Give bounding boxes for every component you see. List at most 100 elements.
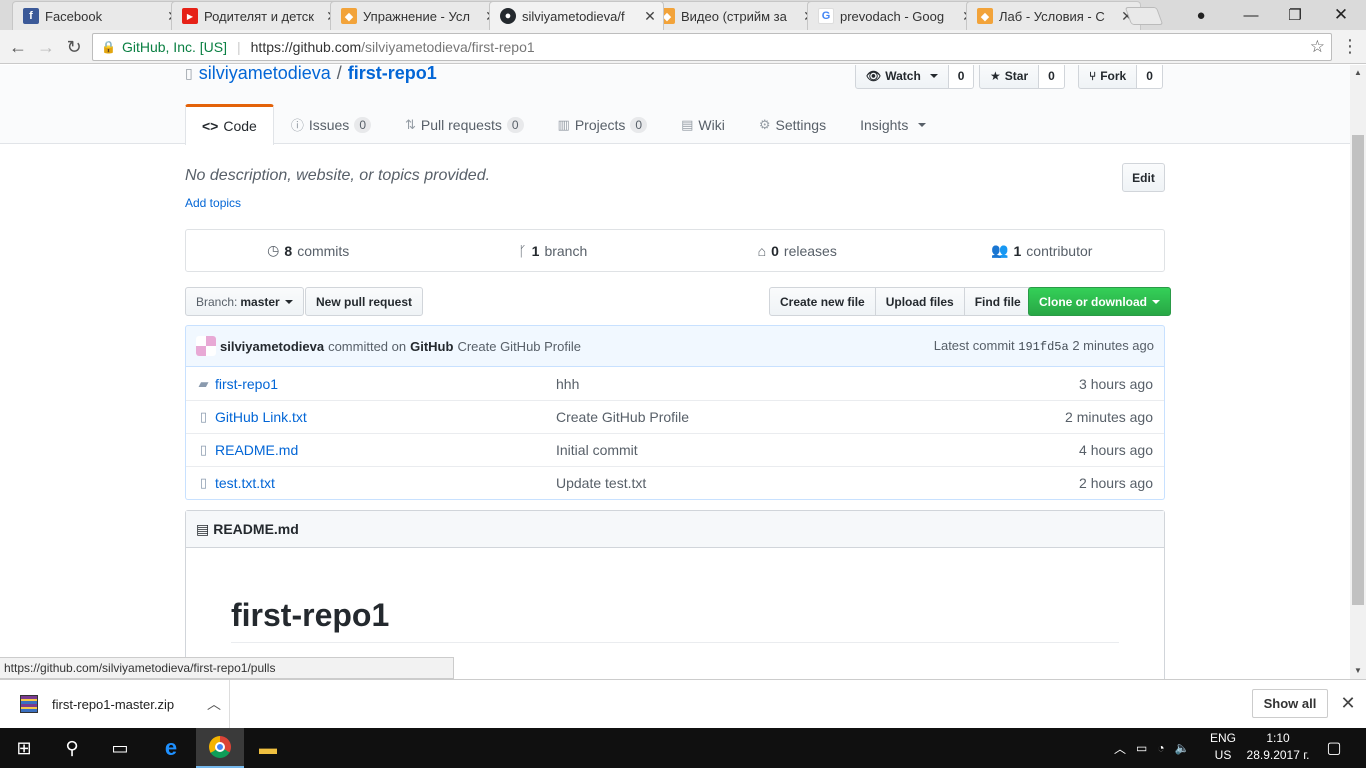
- restore-button[interactable]: ❐: [1272, 0, 1318, 30]
- browser-tab-exercise[interactable]: ◆ Упражнение - Усл ✕: [330, 1, 505, 30]
- contributors-link[interactable]: 👥 1 contributor: [920, 230, 1165, 271]
- address-bar[interactable]: 🔒 GitHub, Inc. [US] | https://github.com…: [92, 33, 1332, 61]
- commit-author-link[interactable]: silviyametodieva: [220, 339, 324, 354]
- file-commit-message[interactable]: Update test.txt: [556, 475, 1024, 491]
- commit-sha-link[interactable]: 191fd5a: [1018, 340, 1068, 354]
- star-count[interactable]: 0: [1039, 65, 1065, 89]
- show-all-button[interactable]: Show all: [1252, 689, 1328, 718]
- browser-tab-google[interactable]: G prevodach - Goog ✕: [807, 1, 982, 30]
- fork-count[interactable]: 0: [1137, 65, 1163, 89]
- repo-name-link[interactable]: first-repo1: [348, 65, 437, 84]
- branch-count: 1: [531, 242, 540, 259]
- youtube-icon: ▶: [182, 8, 198, 24]
- clone-or-download-button[interactable]: Clone or download: [1028, 287, 1171, 316]
- fork-label: Fork: [1100, 69, 1127, 83]
- volume-icon[interactable]: 🔈: [1175, 741, 1190, 755]
- branch-prefix: Branch:: [196, 294, 238, 309]
- tab-projects[interactable]: ▥ Projects 0: [541, 104, 665, 144]
- file-name-link[interactable]: README.md: [215, 442, 556, 458]
- search-icon[interactable]: ⚲: [48, 728, 96, 768]
- fork-icon: ⑂: [1089, 69, 1097, 83]
- reload-icon[interactable]: ↻: [61, 34, 87, 60]
- bookmark-star-icon[interactable]: ☆: [1310, 37, 1325, 57]
- window-close-button[interactable]: ✕: [1318, 0, 1364, 30]
- file-row: ▯ test.txt.txt Update test.txt 2 hours a…: [186, 466, 1164, 499]
- page-scrollbar[interactable]: ▲ ▼: [1350, 65, 1366, 679]
- create-new-file-button[interactable]: Create new file: [769, 287, 876, 316]
- task-view-icon[interactable]: ▭: [96, 728, 144, 768]
- chevron-up-icon[interactable]: ︿: [199, 694, 229, 714]
- new-pull-request-button[interactable]: New pull request: [305, 287, 424, 316]
- battery-icon[interactable]: ▭: [1136, 741, 1147, 755]
- google-icon: G: [818, 8, 834, 24]
- file-commit-message[interactable]: Create GitHub Profile: [556, 409, 1024, 425]
- tab-insights[interactable]: Insights: [843, 104, 943, 144]
- wifi-icon[interactable]: ◔: [1157, 741, 1164, 755]
- commit-message-link[interactable]: Create GitHub Profile: [457, 339, 581, 354]
- profile-icon[interactable]: ●: [1178, 0, 1224, 30]
- commits-link[interactable]: ◷ 8 commits: [186, 230, 431, 271]
- windows-start-icon[interactable]: ⊞: [0, 728, 48, 768]
- notifications-icon[interactable]: ▢: [1310, 728, 1358, 768]
- file-name-link[interactable]: test.txt.txt: [215, 475, 556, 491]
- edge-icon[interactable]: e: [147, 728, 195, 768]
- star-button[interactable]: ★ Star: [979, 65, 1040, 89]
- tab-code[interactable]: <> Code: [185, 104, 274, 145]
- minimize-button[interactable]: —: [1228, 0, 1274, 30]
- tab-title: Facebook: [45, 8, 103, 24]
- scroll-down-icon[interactable]: ▼: [1350, 663, 1366, 679]
- watch-count[interactable]: 0: [948, 65, 975, 89]
- tab-issues[interactable]: ⓘ Issues 0: [274, 104, 388, 144]
- forward-arrow-icon[interactable]: →: [33, 34, 59, 60]
- repo-owner-link[interactable]: silviyametodieva: [199, 65, 331, 84]
- chevron-down-icon: [929, 74, 938, 78]
- edit-button[interactable]: Edit: [1122, 163, 1165, 192]
- browser-menu-icon[interactable]: ⋮: [1340, 36, 1360, 57]
- browser-tab-facebook[interactable]: f Facebook ✕: [12, 1, 187, 30]
- file-icon: ▯: [199, 409, 208, 424]
- scroll-thumb[interactable]: [1352, 135, 1364, 605]
- clock[interactable]: 1:10 28.9.2017 г.: [1238, 730, 1318, 764]
- projects-counter: 0: [630, 116, 648, 133]
- avatar[interactable]: [196, 336, 216, 356]
- file-name-link[interactable]: GitHub Link.txt: [215, 409, 556, 425]
- upload-files-button[interactable]: Upload files: [875, 287, 965, 316]
- tab-label: Settings: [775, 116, 827, 133]
- star-icon: ★: [990, 69, 1001, 83]
- file-commit-message[interactable]: Initial commit: [556, 442, 1024, 458]
- add-topics-link[interactable]: Add topics: [185, 196, 241, 210]
- branch-select-button[interactable]: Branch: master: [185, 287, 304, 316]
- scroll-up-icon[interactable]: ▲: [1350, 65, 1366, 81]
- tab-wiki[interactable]: ▤ Wiki: [664, 104, 742, 144]
- browser-tab-video[interactable]: ◆ Видео (стрийм за ✕: [648, 1, 823, 30]
- releases-link[interactable]: ⌂ 0 releases: [675, 230, 920, 271]
- back-arrow-icon[interactable]: ←: [5, 34, 31, 60]
- chevron-up-icon[interactable]: ︿: [1114, 740, 1126, 757]
- download-item[interactable]: first-repo1-master.zip ︿: [0, 680, 230, 728]
- find-file-button[interactable]: Find file: [964, 287, 1032, 316]
- branch-label: branch: [544, 242, 588, 259]
- file-name-link[interactable]: first-repo1: [215, 376, 556, 392]
- language-indicator[interactable]: ENG US: [1206, 730, 1240, 764]
- folder-icon: ▰: [198, 375, 209, 391]
- tab-settings[interactable]: ⚙ Settings: [742, 104, 843, 144]
- browser-tab-youtube[interactable]: ▶ Родителят и детск ✕: [171, 1, 346, 30]
- link-status-bubble: https://github.com/silviyametodieva/firs…: [0, 657, 454, 679]
- chrome-icon[interactable]: [196, 728, 244, 768]
- tab-label: Code: [223, 118, 257, 134]
- lock-icon: 🔒: [101, 40, 116, 54]
- file-explorer-icon[interactable]: ▬: [244, 728, 292, 768]
- browser-toolbar: ← → ↻ 🔒 GitHub, Inc. [US] | https://gith…: [0, 30, 1366, 64]
- fork-button[interactable]: ⑂ Fork: [1078, 65, 1138, 89]
- browser-tab-github[interactable]: ● silviyametodieva/f ✕: [489, 1, 664, 30]
- file-commit-message[interactable]: hhh: [556, 376, 1024, 392]
- secure-label: GitHub, Inc. [US]: [121, 39, 227, 55]
- watch-button[interactable]: 👁 Watch: [855, 65, 949, 89]
- file-age: 4 hours ago: [1079, 442, 1153, 458]
- tab-pull-requests[interactable]: ⇅ Pull requests 0: [388, 104, 541, 144]
- browser-tab-lab[interactable]: ◆ Лаб - Условия - С ✕: [966, 1, 1141, 30]
- close-icon[interactable]: ✕: [643, 8, 657, 25]
- new-tab-button[interactable]: [1124, 7, 1164, 25]
- close-icon[interactable]: ✕: [1338, 693, 1358, 714]
- branches-link[interactable]: ᚴ 1 branch: [431, 230, 676, 271]
